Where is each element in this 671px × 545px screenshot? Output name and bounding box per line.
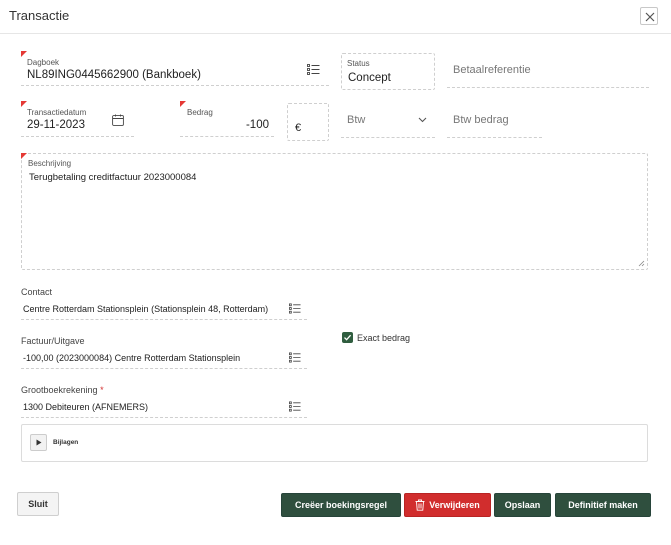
close-icon [645,12,655,22]
betaalreferentie-placeholder: Betaalreferentie [453,64,531,76]
opslaan-button[interactable]: Opslaan [494,493,551,517]
bijlagen-panel: Bijlagen [21,424,648,462]
verwijderen-button[interactable]: Verwijderen [404,493,491,517]
list-picker-icon[interactable] [289,303,301,314]
calendar-icon[interactable] [112,114,124,126]
required-marker [21,153,27,159]
status-label: Status [347,59,370,68]
bedrag-value: -100 [245,119,269,131]
beschrijving-textarea[interactable]: Beschrijving Terugbetaling creditfactuur… [21,153,648,270]
currency-symbol: € [295,122,302,134]
grootboek-value: 1300 Debiteuren (AFNEMERS) [23,402,149,412]
contact-value: Centre Rotterdam Stationsplein (Stations… [23,304,269,314]
verwijderen-label: Verwijderen [429,500,480,510]
checkmark-icon [344,334,352,341]
exact-bedrag-label: Exact bedrag [357,333,411,343]
beschrijving-label: Beschrijving [28,159,72,168]
btw-placeholder: Btw [347,114,366,126]
dagboek-value: NL89ING0445662900 (Bankboek) [27,69,201,81]
bijlagen-expand-button[interactable] [30,434,47,451]
dagboek-label: Dagboek [27,58,60,67]
factuur-field[interactable]: -100,00 (2023000084) Centre Rotterdam St… [21,347,307,369]
contact-label: Contact [21,287,53,297]
close-button[interactable] [640,7,658,25]
exact-bedrag-checkbox[interactable] [342,332,353,343]
dialog-title: Transactie [9,8,70,23]
transactiedatum-field[interactable]: Transactiedatum 29-11-2023 [21,101,134,137]
transactiedatum-label: Transactiedatum [27,108,87,117]
required-marker [21,101,27,107]
list-picker-icon[interactable] [289,401,301,412]
factuur-label: Factuur/Uitgave [21,336,85,346]
btw-select[interactable]: Btw [341,103,435,138]
status-value: Concept [348,72,391,84]
dialog-header: Transactie [0,0,671,34]
btw-bedrag-placeholder: Btw bedrag [453,114,509,126]
list-picker-icon[interactable] [289,352,301,363]
chevron-down-icon [418,117,427,123]
required-marker [180,101,186,107]
sluit-button[interactable]: Sluit [17,492,59,516]
resize-handle-icon[interactable] [638,260,645,267]
creeer-boekingsregel-button[interactable]: Creëer boekingsregel [281,493,401,517]
grootboek-label-text: Grootboekrekening [21,385,98,395]
list-picker-icon[interactable] [307,64,320,75]
beschrijving-value: Terugbetaling creditfactuur 2023000084 [29,172,197,183]
definitief-maken-button[interactable]: Definitief maken [555,493,651,517]
status-field: Status Concept [341,53,435,90]
grootboek-label: Grootboekrekening * [21,385,104,395]
factuur-value: -100,00 (2023000084) Centre Rotterdam St… [23,353,241,363]
grootboek-field[interactable]: 1300 Debiteuren (AFNEMERS) [21,396,307,418]
contact-field[interactable]: Centre Rotterdam Stationsplein (Stations… [21,298,307,320]
bedrag-field[interactable]: Bedrag -100 [180,101,274,137]
bedrag-label: Bedrag [187,108,213,117]
required-marker [21,51,27,57]
transactiedatum-value: 29-11-2023 [27,119,85,131]
bijlagen-label: Bijlagen [53,439,79,446]
dagboek-field[interactable]: Dagboek NL89ING0445662900 (Bankboek) [21,51,329,86]
currency-box: € [287,103,329,141]
betaalreferentie-field[interactable]: Betaalreferentie [447,53,649,88]
play-icon [36,439,42,446]
required-star: * [100,385,104,395]
btw-bedrag-field[interactable]: Btw bedrag [447,103,542,138]
trash-icon [415,499,425,511]
